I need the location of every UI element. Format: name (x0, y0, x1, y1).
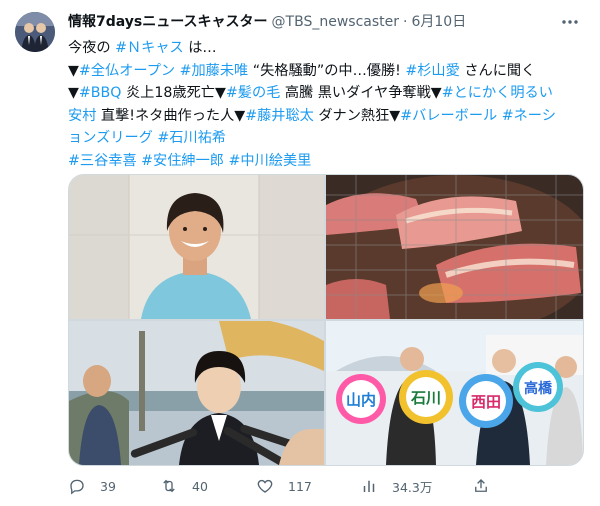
tweet-header: 情報7daysニュースキャスター @TBS_newscaster · 6月10日 (68, 12, 466, 32)
tweet-actions: 39 40 117 34.3万 (68, 472, 588, 500)
avatar-image (15, 12, 55, 52)
sign-text: 山内 (346, 391, 376, 409)
hashtag[interactable]: #BBQ (79, 85, 122, 101)
hashtag[interactable]: #石川祐希 (157, 130, 226, 146)
hashtag[interactable]: #三谷幸喜 (68, 153, 137, 169)
hashtag[interactable]: #中川絵美里 (229, 153, 312, 169)
more-horizontal-icon[interactable] (560, 12, 580, 32)
hashtag[interactable]: #とにかく明るい (442, 85, 553, 101)
text-line-3: ▼#BBQ 炎上18歳死亡▼#髪の毛 高騰 黒いダイヤ争奪戦▼#とにかく明るい (68, 85, 553, 102)
avatar[interactable] (15, 12, 55, 52)
sign-text: 西田 (471, 393, 501, 411)
tweet-date[interactable]: 6月10日 (411, 12, 466, 32)
tweet-card[interactable]: 情報7daysニュースキャスター @TBS_newscaster · 6月10日… (0, 0, 600, 506)
retweet-count: 40 (192, 478, 208, 494)
reply-icon (70, 479, 84, 495)
hashtag[interactable]: #杉山愛 (405, 63, 459, 79)
separator-dot: · (403, 14, 408, 30)
hashtag[interactable]: 安村 (68, 108, 96, 124)
retweet-icon (163, 479, 175, 493)
views-button[interactable]: 34.3万 (360, 472, 432, 500)
views-chart-icon (363, 480, 375, 492)
hashtag[interactable]: #バレーボール (400, 108, 497, 124)
reply-count: 39 (100, 478, 116, 494)
media-photo-fans[interactable]: 山内 石川 西田 高橋 (326, 321, 583, 465)
hashtag[interactable]: #ネーシ (502, 108, 556, 124)
sign-text: 石川 (410, 389, 441, 407)
share-icon (475, 479, 487, 492)
text-line-4: 安村 直撃!ネタ曲作った人▼#藤井聡太 ダナン熱狂▼#バレーボール #ネーシ (68, 107, 556, 124)
hashtag[interactable]: #藤井聡太 (245, 108, 314, 124)
hashtag[interactable]: ョンズリーグ (68, 130, 153, 146)
text-line-1: 今夜の #Ｎキャス は… (68, 40, 217, 56)
author-handle[interactable]: @TBS_newscaster (272, 12, 399, 32)
views-count: 34.3万 (392, 479, 433, 495)
hashtag[interactable]: #髪の毛 (226, 85, 280, 101)
like-count: 117 (288, 478, 312, 494)
like-button[interactable]: 117 (256, 472, 312, 500)
hashtag[interactable]: #加藤未唯 (180, 63, 249, 79)
text-line-5: ョンズリーグ #石川祐希 (68, 127, 588, 150)
hashtag[interactable]: #全仏オープン (79, 63, 175, 79)
media-photo-woman[interactable] (69, 175, 324, 319)
hashtag[interactable]: #Ｎキャス (115, 40, 184, 56)
hashtag[interactable]: #安住紳一郎 (141, 153, 224, 169)
text-line-6: #三谷幸喜 #安住紳一郎 #中川絵美里 (68, 150, 588, 173)
media-photo-bbq[interactable] (326, 175, 583, 319)
heart-icon (257, 479, 273, 493)
sign-text: 高橋 (524, 380, 553, 397)
reply-button[interactable]: 39 (68, 472, 116, 500)
author-name[interactable]: 情報7daysニュースキャスター (68, 12, 268, 32)
text-line-2: ▼#全仏オープン #加藤未唯 “失格騒動”の中…優勝! #杉山愛 さんに聞く (68, 62, 536, 79)
retweet-button[interactable]: 40 (160, 472, 208, 500)
media-grid: 山内 石川 西田 高橋 (68, 174, 584, 466)
tweet-text: 今夜の #Ｎキャス は… ▼#全仏オープン #加藤未唯 “失格騒動”の中…優勝!… (68, 37, 588, 173)
media-photo-interview[interactable] (69, 321, 324, 465)
share-button[interactable] (472, 472, 504, 500)
